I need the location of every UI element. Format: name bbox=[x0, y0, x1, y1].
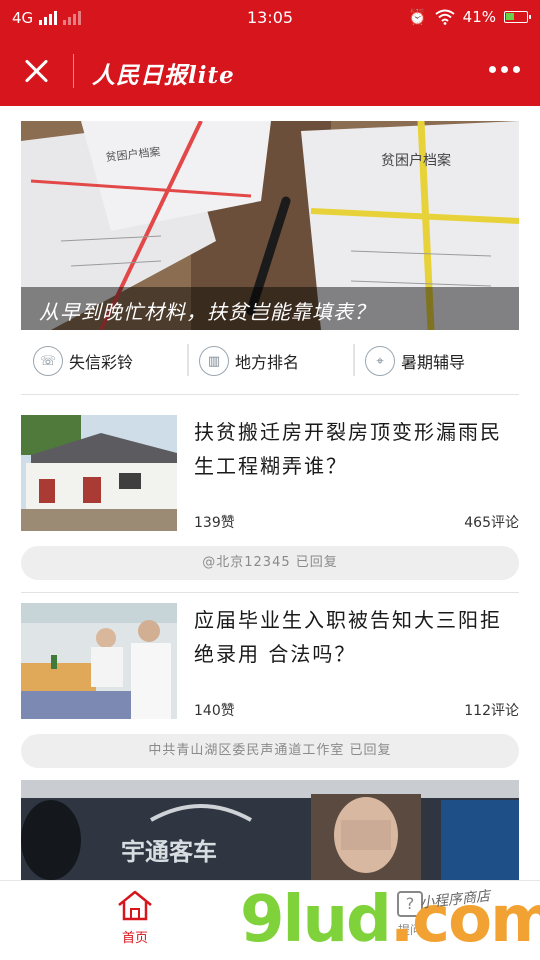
alarm-icon: ⏰ bbox=[407, 8, 427, 26]
quick-link-label: 暑期辅导 bbox=[401, 353, 466, 372]
wifi-icon bbox=[435, 9, 455, 25]
phone-icon: ☏ bbox=[33, 346, 63, 376]
article-likes: 139赞 bbox=[194, 515, 235, 531]
reply-badge[interactable]: @北京12345 已回复 bbox=[21, 546, 519, 580]
article-thumbnail bbox=[21, 415, 177, 531]
article-thumbnail bbox=[21, 603, 177, 719]
article-card[interactable]: 扶贫搬迁房开裂房顶变形漏雨民生工程糊弄谁？ 139赞 465评论 bbox=[21, 415, 519, 533]
hero-doc-label: 贫困户档案 bbox=[381, 152, 451, 169]
chart-icon: ▥ bbox=[199, 346, 229, 376]
quick-link-local-ranking[interactable]: ▥ 地方排名 bbox=[187, 340, 353, 382]
tab-home[interactable]: 首页 bbox=[100, 889, 170, 946]
quick-link-credit-ringtone[interactable]: ☏ 失信彩铃 bbox=[21, 340, 187, 382]
tab-ask[interactable]: ? 提问 bbox=[385, 891, 435, 938]
article-card[interactable]: 应届毕业生入职被告知大三阳拒绝录用 合法吗？ 140赞 112评论 bbox=[21, 603, 519, 721]
reply-badge[interactable]: 中共青山湖区委民声通道工作室 已回复 bbox=[21, 734, 519, 768]
status-bar: 4G 13:05 ⏰ 41% bbox=[0, 0, 540, 36]
article-image[interactable]: 宇通客车 bbox=[21, 780, 519, 880]
tab-home-label: 首页 bbox=[121, 931, 148, 946]
battery-fill bbox=[506, 13, 514, 20]
tab-bar: 首页 ? 提问 bbox=[0, 880, 540, 960]
question-icon: ? bbox=[397, 891, 423, 917]
tab-ask-label: 提问 bbox=[397, 923, 422, 937]
divider bbox=[21, 394, 519, 395]
battery-icon bbox=[504, 11, 531, 23]
home-icon bbox=[118, 890, 152, 921]
quick-link-label: 失信彩铃 bbox=[69, 353, 134, 372]
hero-banner[interactable]: 贫困户档案 贫困户档案 从早到晚忙材料，扶贫岂能靠填表？ bbox=[21, 121, 519, 330]
title-bar: 人民日报lite bbox=[0, 36, 540, 106]
app-title: 人民日报lite bbox=[92, 62, 235, 89]
location-icon: ⌖ bbox=[365, 346, 395, 376]
article-title: 应届毕业生入职被告知大三阳拒绝录用 合法吗？ bbox=[194, 608, 502, 666]
quick-link-label: 地方排名 bbox=[235, 353, 300, 372]
article-likes: 140赞 bbox=[194, 703, 235, 719]
more-dots-icon[interactable] bbox=[489, 66, 520, 73]
article-title: 扶贫搬迁房开裂房顶变形漏雨民生工程糊弄谁？ bbox=[194, 420, 502, 478]
top-bar: 4G 13:05 ⏰ 41% 人民日报lite bbox=[0, 0, 540, 106]
quick-link-summer-tutoring[interactable]: ⌖ 暑期辅导 bbox=[353, 340, 519, 382]
hero-caption: 从早到晚忙材料，扶贫岂能靠填表？ bbox=[21, 287, 519, 330]
article-comments: 112评论 bbox=[464, 703, 519, 719]
battery-percent: 41% bbox=[462, 8, 496, 26]
article-comments: 465评论 bbox=[464, 515, 519, 531]
title-divider bbox=[73, 54, 74, 88]
bus-sign-text: 宇通客车 bbox=[121, 838, 217, 866]
quick-links: ☏ 失信彩铃 ▥ 地方排名 ⌖ 暑期辅导 bbox=[21, 340, 519, 382]
divider bbox=[21, 592, 519, 593]
close-icon[interactable] bbox=[18, 52, 56, 90]
